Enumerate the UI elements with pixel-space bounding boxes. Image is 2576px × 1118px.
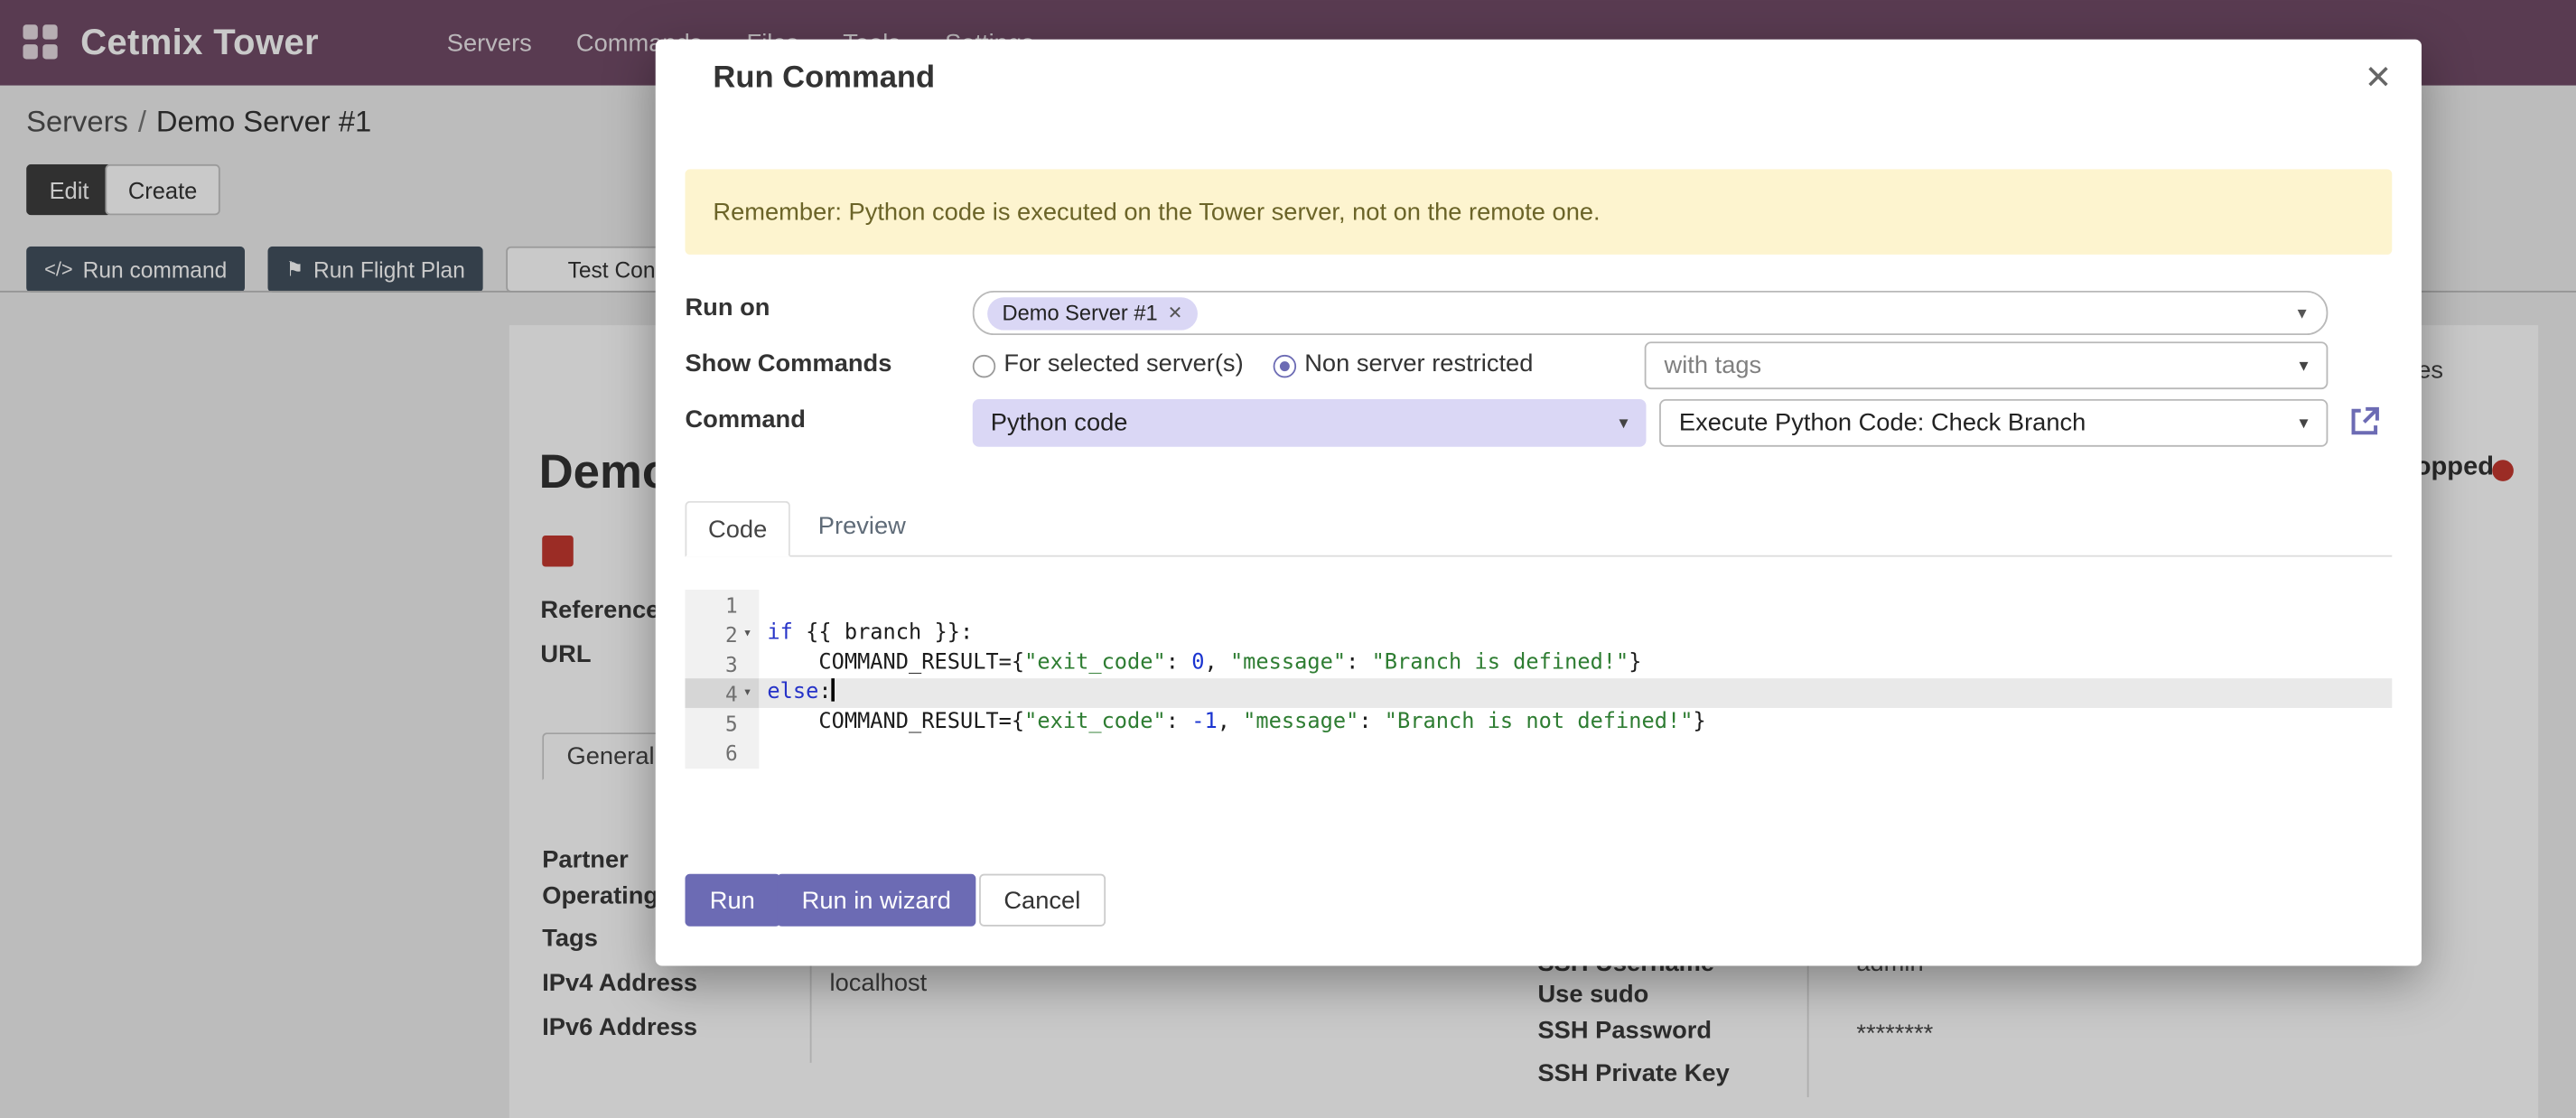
- cancel-button[interactable]: Cancel: [979, 874, 1106, 927]
- text-cursor: [832, 678, 835, 701]
- editor-gutter: 12▾34▾56: [685, 590, 759, 769]
- with-tags-select[interactable]: with tags ▾: [1645, 341, 2329, 389]
- code-line-3[interactable]: COMMAND_RESULT={"exit_code": 0, "message…: [759, 648, 2392, 678]
- radio-selected-servers[interactable]: [973, 355, 995, 377]
- external-link-icon[interactable]: [2347, 404, 2382, 438]
- server-tag[interactable]: Demo Server #1 ✕: [987, 296, 1198, 329]
- screen: Cetmix Tower Servers Commands Files Tool…: [0, 0, 2576, 1118]
- code-line-2[interactable]: if {{ branch }}:: [759, 620, 2392, 649]
- code-line-1[interactable]: [759, 590, 2392, 620]
- show-commands-label: Show Commands: [685, 349, 891, 377]
- gutter-line-6: 6: [685, 738, 759, 768]
- chevron-down-icon: ▾: [2298, 303, 2307, 324]
- tabs-border: [685, 555, 2392, 557]
- radio-selected-servers-label[interactable]: For selected server(s): [1003, 349, 1243, 377]
- tag-remove-icon[interactable]: ✕: [1168, 303, 1183, 324]
- run-on-field[interactable]: Demo Server #1 ✕ ▾: [973, 291, 2329, 335]
- code-line-4[interactable]: else:: [759, 678, 2392, 708]
- command-select[interactable]: Execute Python Code: Check Branch ▾: [1659, 399, 2328, 447]
- chevron-down-icon: ▾: [1619, 413, 1628, 434]
- command-label: Command: [685, 405, 805, 433]
- gutter-line-1: 1: [685, 590, 759, 620]
- tab-code[interactable]: Code: [685, 501, 789, 557]
- close-icon[interactable]: ✕: [2365, 58, 2392, 98]
- run-button[interactable]: Run: [685, 874, 779, 927]
- fold-arrow-icon[interactable]: ▾: [738, 685, 758, 701]
- run-in-wizard-button[interactable]: Run in wizard: [777, 874, 975, 927]
- editor-lines[interactable]: if {{ branch }}: COMMAND_RESULT={"exit_c…: [759, 590, 2392, 769]
- gutter-line-3: 3: [685, 648, 759, 678]
- gutter-line-4[interactable]: 4▾: [685, 678, 759, 708]
- gutter-line-2[interactable]: 2▾: [685, 620, 759, 649]
- fold-arrow-icon[interactable]: ▾: [738, 626, 758, 642]
- chevron-down-icon: ▾: [2299, 413, 2308, 434]
- code-line-6[interactable]: [759, 738, 2392, 768]
- dialog-title: Run Command: [713, 61, 935, 97]
- tab-preview[interactable]: Preview: [818, 512, 906, 540]
- radio-non-restricted-label[interactable]: Non server restricted: [1304, 349, 1533, 377]
- chevron-down-icon: ▾: [2299, 355, 2308, 377]
- command-type-select[interactable]: Python code ▾: [973, 399, 1647, 447]
- run-on-label: Run on: [685, 294, 770, 322]
- warning-alert: Remember: Python code is executed on the…: [685, 169, 2392, 255]
- radio-non-restricted[interactable]: [1274, 355, 1296, 377]
- gutter-line-5: 5: [685, 708, 759, 738]
- code-line-5[interactable]: COMMAND_RESULT={"exit_code": -1, "messag…: [759, 708, 2392, 738]
- run-command-dialog: Run Command ✕ Remember: Python code is e…: [656, 40, 2422, 966]
- code-editor[interactable]: 12▾34▾56 if {{ branch }}: COMMAND_RESULT…: [685, 585, 2392, 769]
